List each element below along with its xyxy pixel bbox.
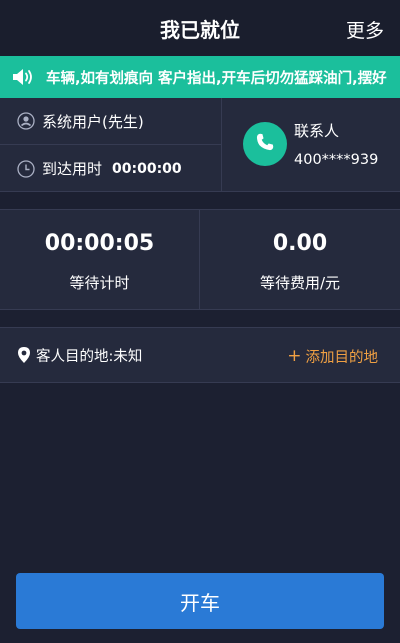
call-button[interactable] (243, 122, 287, 166)
contact-label: 联系人 (294, 122, 340, 140)
start-drive-button[interactable]: 开车 (16, 573, 384, 629)
wait-fee-label: 等待费用/元 (259, 274, 341, 292)
more-button[interactable]: 更多 (346, 16, 384, 43)
arrival-row: 到达用时 00:00:00 (0, 145, 222, 192)
destination-row: 客人目的地:未知 + 添加目的地 (0, 327, 400, 383)
order-info-left: 系统用户(先生) 到达用时 00:00:00 (0, 98, 222, 192)
wait-fee: 0.00 等待费用/元 (200, 210, 400, 310)
wait-time-label: 等待计时 (69, 274, 130, 292)
arrival-label: 到达用时 (42, 160, 103, 178)
page-title: 我已就位 (160, 17, 240, 42)
notice-banner: 车辆,如有划痕向 客户指出,开车后切勿猛踩油门,摆好 (0, 56, 400, 98)
add-destination-button[interactable]: + 添加目的地 (287, 346, 378, 367)
app-root: 我已就位 更多 车辆,如有划痕向 客户指出,开车后切勿猛踩油门,摆好 系统用户(… (0, 0, 400, 643)
add-destination-label: 添加目的地 (305, 350, 379, 366)
order-info-panel: 系统用户(先生) 到达用时 00:00:00 联系人 400****939 (0, 98, 400, 192)
customer-row: 系统用户(先生) (0, 98, 222, 145)
destination-label: 客人目的地:未知 (36, 348, 143, 365)
contact-section: 联系人 400****939 (222, 98, 400, 192)
notice-text: 车辆,如有划痕向 客户指出,开车后切勿猛踩油门,摆好 (46, 70, 387, 87)
phone-icon (254, 131, 276, 157)
speaker-icon (0, 56, 46, 98)
arrival-time: 00:00:00 (112, 160, 182, 177)
header: 我已就位 更多 (0, 0, 400, 56)
waiting-panel: 00:00:05 等待计时 0.00 等待费用/元 (0, 209, 400, 310)
wait-fee-value: 0.00 (272, 231, 328, 256)
customer-name: 系统用户(先生) (42, 112, 144, 131)
location-pin-icon (17, 346, 31, 364)
contact-phone: 400****939 (294, 152, 379, 168)
user-icon (17, 112, 35, 130)
plus-icon: + (287, 346, 302, 366)
clock-icon (17, 159, 35, 178)
wait-time-value: 00:00:05 (44, 231, 155, 256)
wait-timer: 00:00:05 等待计时 (0, 210, 200, 310)
